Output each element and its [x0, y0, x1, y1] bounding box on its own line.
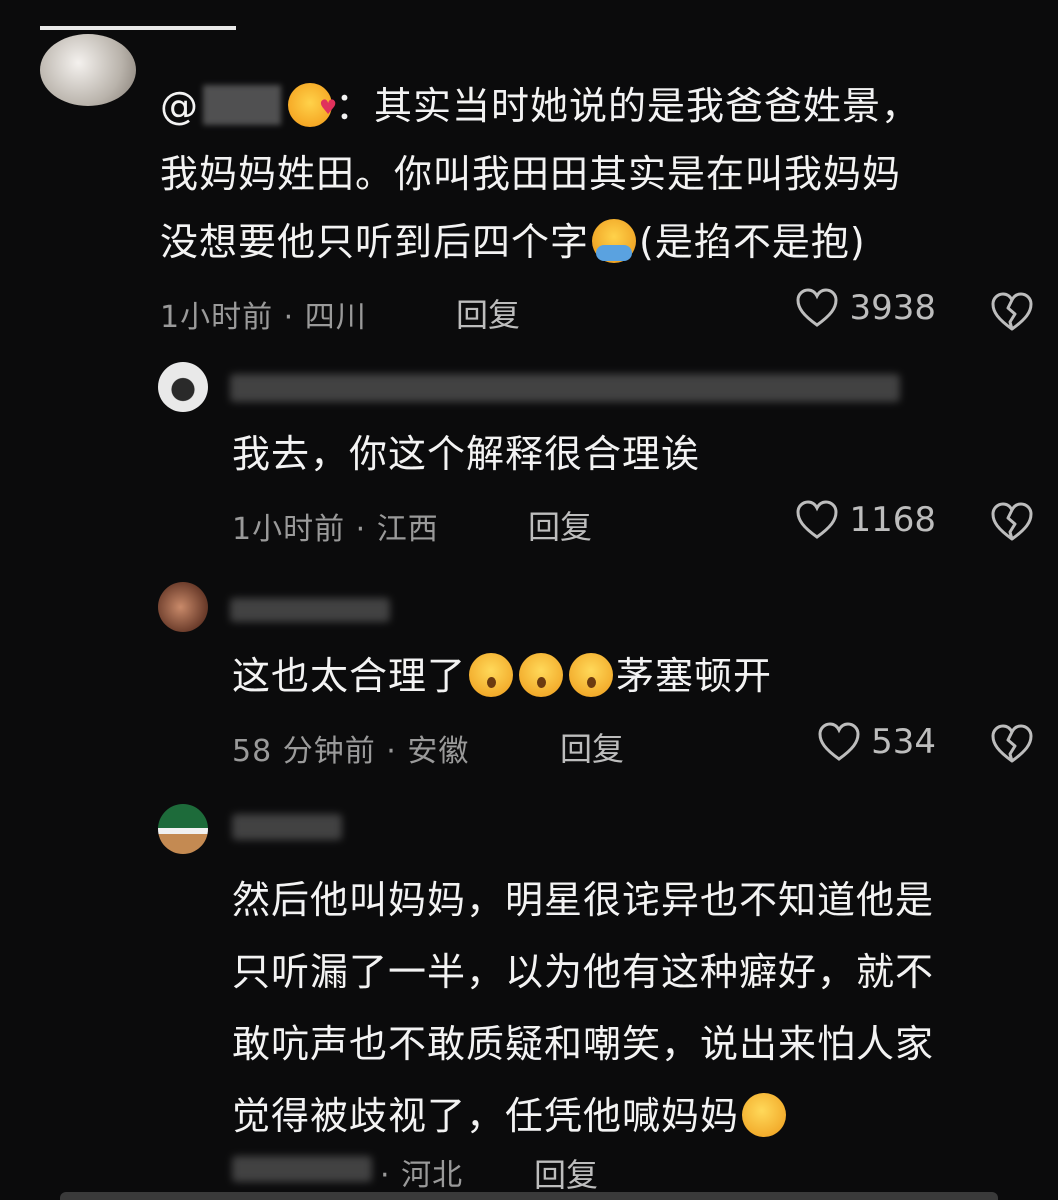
comment-line: ：其实当时她说的是我爸爸姓景， [335, 84, 921, 128]
bottom-bar [60, 1192, 998, 1200]
broken-heart-icon[interactable] [990, 292, 1034, 336]
like-count: 1168 [849, 500, 936, 540]
hushed-emoji-icon [469, 653, 514, 697]
heart-icon [795, 500, 839, 540]
comment-meta: · 河北 [380, 1158, 464, 1193]
top-divider [40, 26, 236, 30]
broken-heart-icon[interactable] [990, 724, 1034, 768]
blurred-timestamp [232, 1156, 372, 1182]
blurred-username [232, 814, 342, 840]
comment-line: 我妈妈姓田。你叫我田田其实是在叫我妈妈 [160, 152, 902, 196]
censored-username [203, 85, 281, 125]
comment-line: 只听漏了一半，以为他有这种癖好，就不 [232, 950, 935, 994]
comment-line: 敢吭声也不敢质疑和嘲笑，说出来怕人家 [232, 1022, 935, 1066]
comment-meta: 1小时前 · 四川 [160, 300, 367, 335]
comment-line: 茅塞顿开 [616, 654, 773, 698]
avatar[interactable] [158, 804, 208, 854]
reply-button[interactable]: 回复 [528, 502, 592, 548]
comment-line: 没想要他只听到后四个字 [160, 220, 590, 264]
heart-icon [795, 288, 839, 328]
avatar[interactable] [40, 34, 136, 106]
like-button[interactable]: 534 [817, 722, 936, 762]
reply-button[interactable]: 回复 [534, 1150, 598, 1196]
blurred-username [230, 598, 390, 622]
comment-text: @ ：其实当时她说的是我爸爸姓景， 我妈妈姓田。你叫我田田其实是在叫我妈妈 没想要… [160, 72, 1040, 276]
like-button[interactable]: 3938 [795, 288, 936, 328]
comment-line: 然后他叫妈妈，明星很诧异也不知道他是 [232, 878, 935, 922]
comment-line: 觉得被歧视了，任凭他喊妈妈 [232, 1094, 740, 1138]
reply-button[interactable]: 回复 [456, 290, 520, 336]
smiling-hearts-emoji-icon [288, 73, 338, 141]
hushed-emoji-icon [519, 653, 564, 697]
mention-symbol: @ [160, 84, 199, 128]
comment-text: 这也太合理了 茅塞顿开 [232, 642, 1032, 710]
like-button[interactable]: 1168 [795, 500, 936, 540]
broken-heart-icon[interactable] [990, 502, 1034, 546]
like-count: 534 [871, 722, 936, 762]
comment-meta: 1小时前 · 江西 [232, 512, 439, 547]
blurred-username [230, 374, 900, 402]
comment-text: 我去，你这个解释很合理诶 [232, 432, 701, 476]
avatar[interactable] [158, 362, 208, 412]
hushed-emoji-icon [569, 653, 614, 697]
heart-icon [817, 722, 861, 762]
comment-meta: 58 分钟前 · 安徽 [232, 734, 470, 769]
avatar[interactable] [158, 582, 208, 632]
comment-line: 这也太合理了 [232, 654, 467, 698]
comment-line: (是掐不是抱) [639, 220, 866, 264]
comment-text: 然后他叫妈妈，明星很诧异也不知道他是 只听漏了一半，以为他有这种癖好，就不 敢吭… [232, 864, 1032, 1152]
hug-emoji-icon [592, 219, 637, 263]
face-emoji-icon [742, 1093, 787, 1137]
reply-button[interactable]: 回复 [560, 724, 624, 770]
like-count: 3938 [849, 288, 936, 328]
